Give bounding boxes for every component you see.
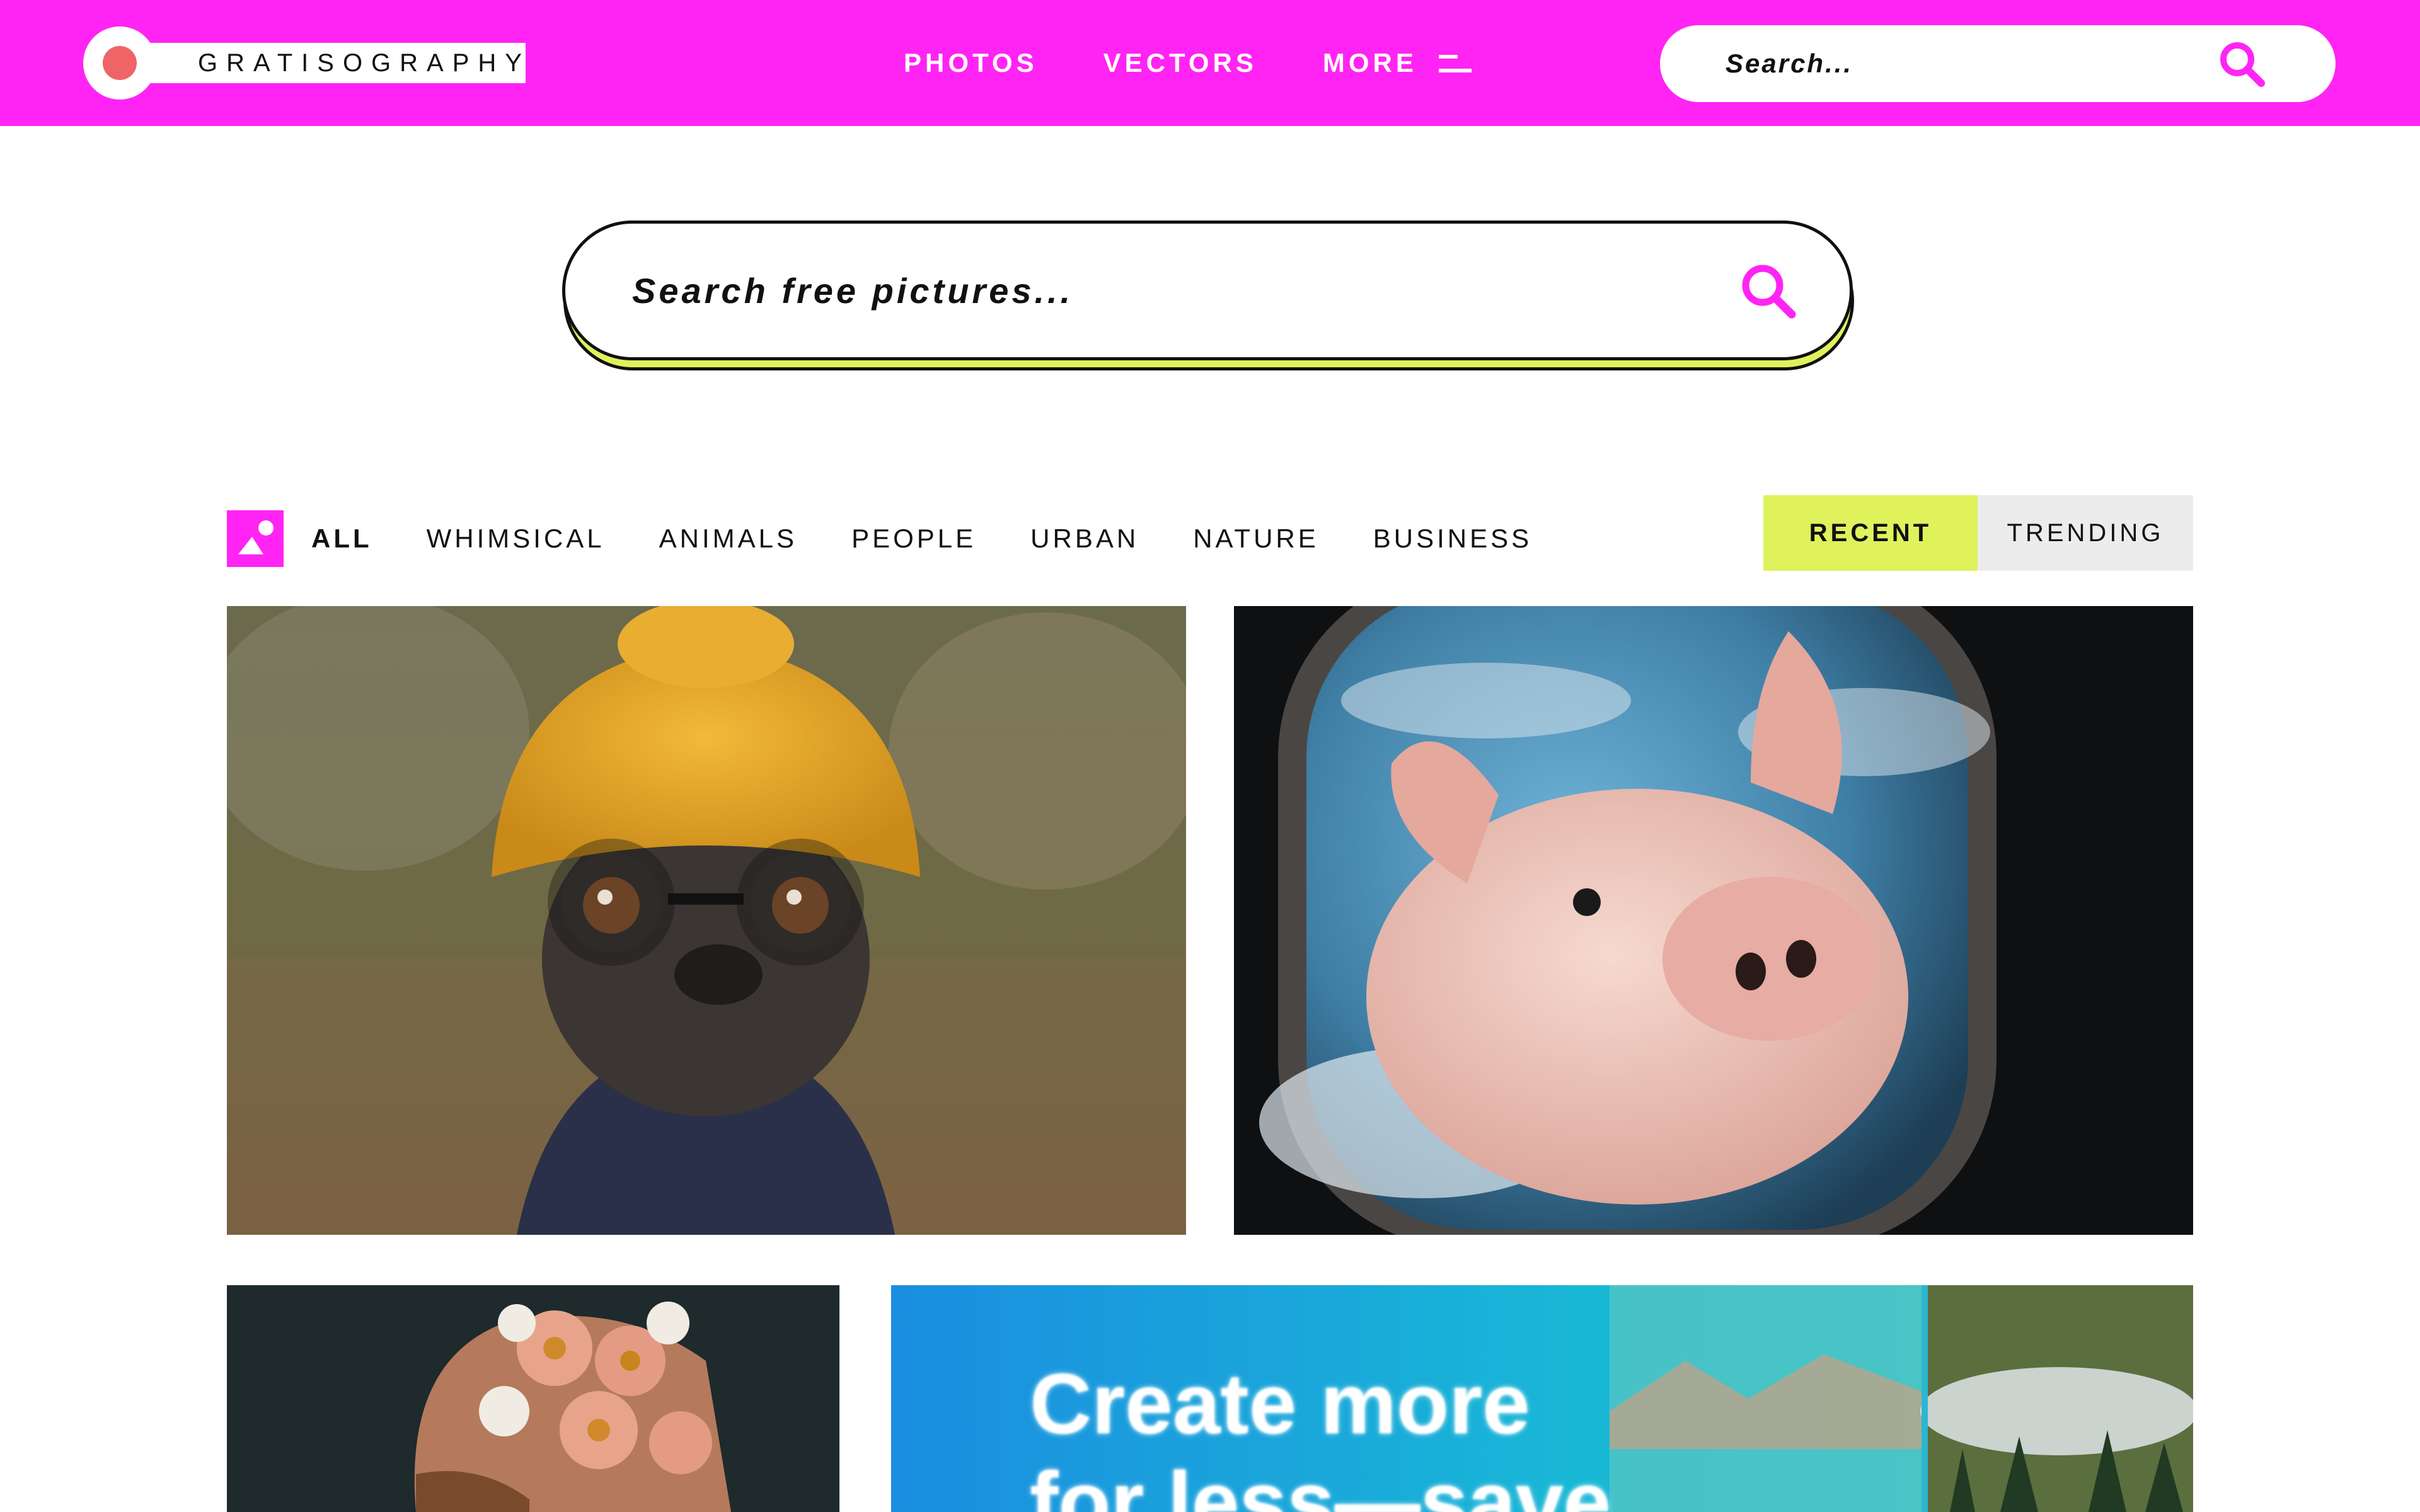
category-tab-animals[interactable]: ANIMALS — [659, 524, 797, 554]
site-header: GRATISOGRAPHY PHOTOS VECTORS MORE — [0, 0, 2420, 126]
promo-line-2: for less—save — [1030, 1454, 1611, 1512]
photo-flower-face[interactable] — [227, 1285, 839, 1512]
logo-circle — [83, 26, 156, 100]
sort-toggle: RECENT TRENDING — [1763, 495, 2193, 571]
main-nav: PHOTOS VECTORS MORE — [904, 0, 1472, 126]
promo-line-1: Create more — [1030, 1356, 1530, 1452]
hero-search — [562, 220, 1857, 372]
image-icon — [227, 510, 284, 567]
nav-vectors-link[interactable]: VECTORS — [1103, 48, 1257, 78]
category-tab-all[interactable]: ALL — [311, 524, 372, 554]
sort-recent-button[interactable]: RECENT — [1763, 495, 1978, 571]
nav-photos-link[interactable]: PHOTOS — [904, 48, 1038, 78]
sort-trending-button[interactable]: TRENDING — [1978, 495, 2193, 571]
logo-wordmark: GRATISOGRAPHY — [146, 43, 526, 83]
category-tab-urban[interactable]: URBAN — [1030, 524, 1139, 554]
nav-more-label: MORE — [1322, 48, 1417, 77]
hamburger-icon — [1438, 52, 1472, 74]
promo-headline: Create more for less—save — [1030, 1354, 1611, 1512]
nav-more-button[interactable]: MORE — [1323, 48, 1472, 78]
category-tabs: ALL WHIMSICAL ANIMALS PEOPLE URBAN NATUR… — [311, 510, 1586, 567]
search-icon[interactable] — [2217, 39, 2267, 89]
photo-dog-beanie[interactable] — [227, 606, 1186, 1235]
hero-search-box — [562, 220, 1853, 360]
pig-image — [1234, 606, 2193, 1235]
search-icon[interactable] — [1739, 261, 1799, 322]
logo-dot — [103, 46, 137, 80]
photo-pig-window[interactable] — [1234, 606, 2193, 1235]
brand-name: GRATISOGRAPHY — [198, 49, 531, 77]
dog-image — [227, 606, 1186, 1235]
filter-bar: ALL WHIMSICAL ANIMALS PEOPLE URBAN NATUR… — [227, 495, 2193, 571]
header-search-box — [1660, 25, 2336, 102]
header-search-input[interactable] — [1724, 48, 2228, 79]
category-tab-people[interactable]: PEOPLE — [851, 524, 976, 554]
promo-banner[interactable]: Create more for less—save — [891, 1285, 2193, 1512]
flower-face-image — [227, 1285, 839, 1512]
category-tab-business[interactable]: BUSINESS — [1373, 524, 1532, 554]
brand-logo[interactable]: GRATISOGRAPHY — [83, 26, 526, 100]
category-tab-whimsical[interactable]: WHIMSICAL — [427, 524, 605, 554]
hero-search-input[interactable] — [631, 269, 1639, 312]
category-tab-nature[interactable]: NATURE — [1193, 524, 1319, 554]
